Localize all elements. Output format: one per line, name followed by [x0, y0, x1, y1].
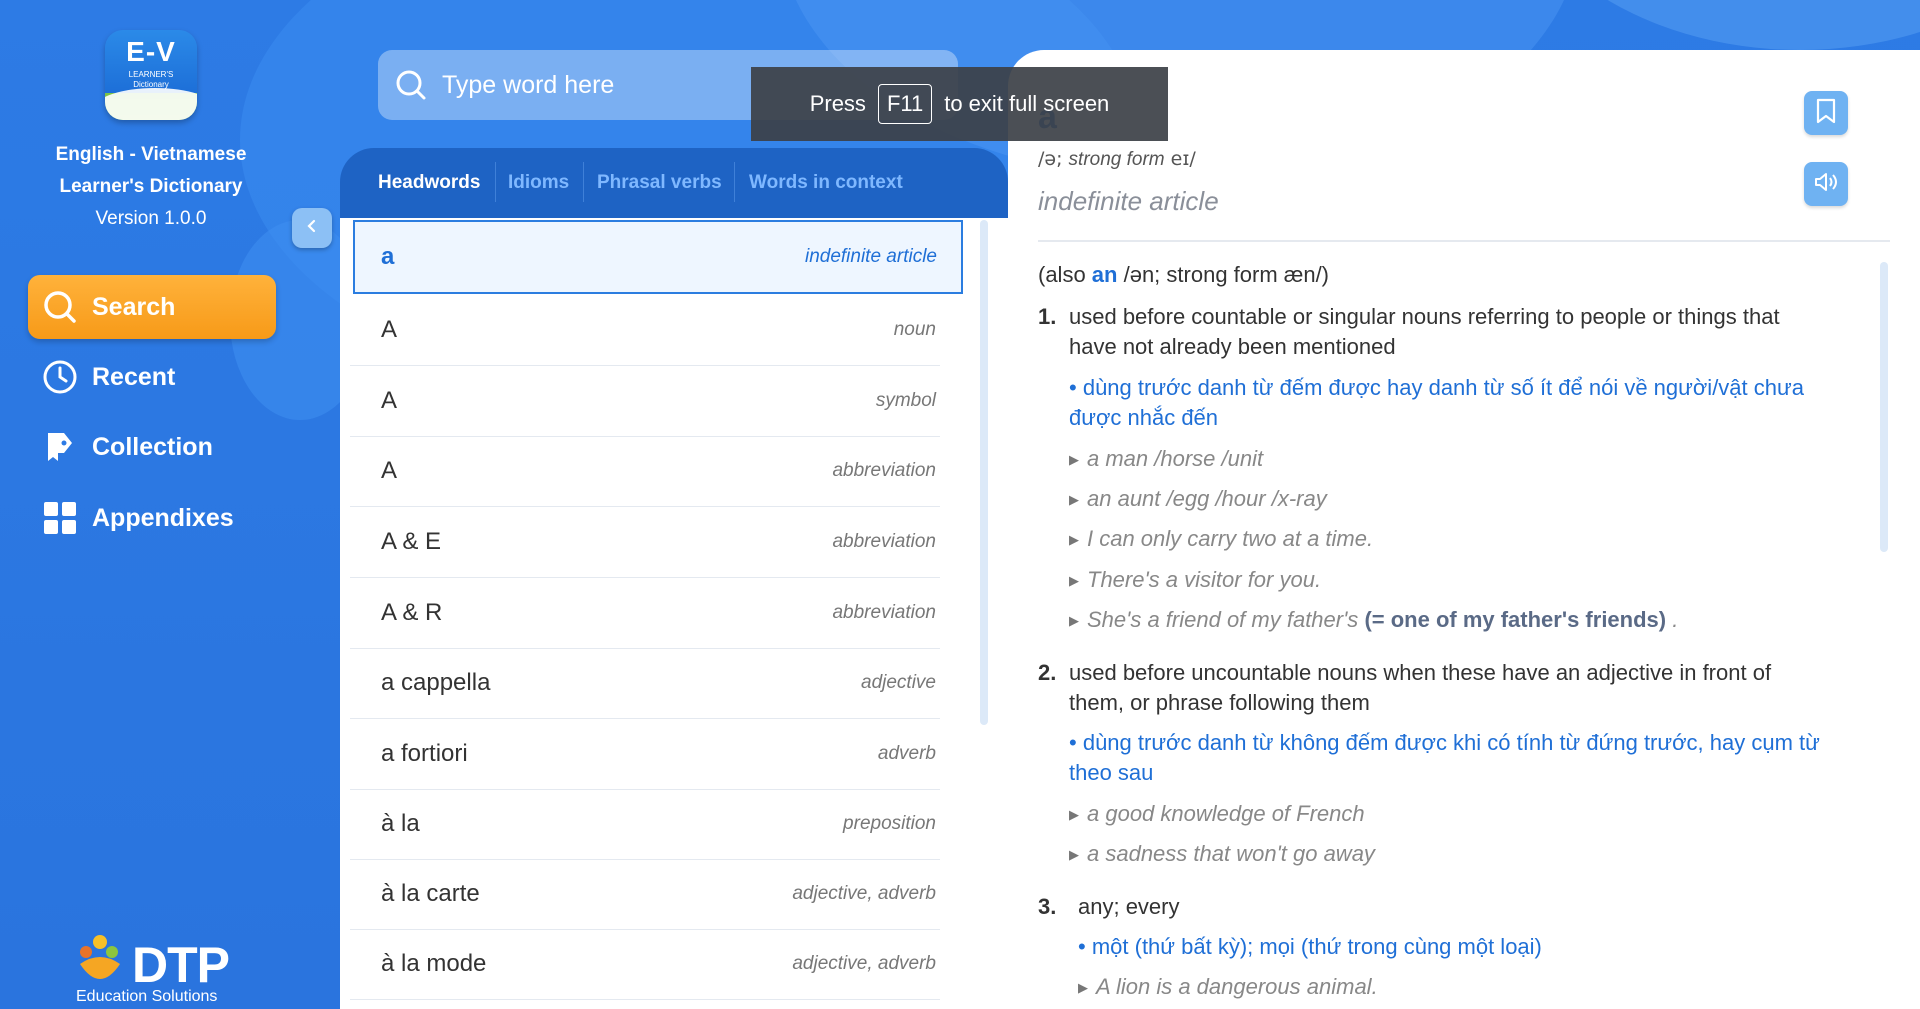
sense-translation: • dùng trước danh từ không đếm được khi …: [1069, 730, 1820, 785]
divider: [1038, 240, 1890, 242]
sidebar: E-V LEARNER'S Dictionary English - Vietna…: [0, 0, 302, 1009]
nav-appendixes-label: Appendixes: [92, 503, 234, 532]
nav-search-label: Search: [92, 292, 176, 321]
list-item-pos: indefinite article: [804, 246, 937, 267]
variant-link[interactable]: an: [1092, 262, 1118, 287]
list-item-pos: noun: [893, 318, 936, 340]
list-item-pos: abbreviation: [832, 530, 936, 552]
fullscreen-toast: Press F11 to exit full screen: [751, 67, 1168, 141]
list-item[interactable]: à la carte adjective, adverb: [350, 858, 940, 930]
tab-words-in-context[interactable]: Words in context: [749, 148, 903, 218]
tab-separator: [734, 162, 735, 202]
app-logo: E-V LEARNER'S Dictionary: [105, 30, 197, 120]
list-item[interactable]: a fortiori adverb: [350, 718, 940, 790]
app-title-line2: Learner's Dictionary: [59, 176, 243, 197]
clock-icon: [42, 359, 78, 395]
list-item-pos: preposition: [843, 812, 936, 834]
word-list-scrollbar[interactable]: [980, 220, 988, 725]
example: ▶ She's a friend of my father's (= one of…: [1069, 607, 1679, 632]
list-item-word: à la: [381, 809, 420, 837]
list-item-word: A: [381, 315, 398, 343]
entry-pronunciation: /ə; strong form eɪ/: [1038, 148, 1196, 170]
search-icon: [394, 68, 428, 102]
list-item-word: A & R: [381, 598, 443, 626]
list-item-pos: abbreviation: [832, 601, 936, 623]
tab-idioms[interactable]: Idioms: [508, 148, 569, 218]
tab-separator: [583, 162, 584, 202]
list-item-word: A: [381, 456, 398, 484]
entry-variant: (also an /ən; strong form æn/): [1038, 262, 1330, 287]
nav-appendixes[interactable]: Appendixes: [28, 486, 276, 550]
sense-definition: used before uncountable nouns when these…: [1069, 660, 1772, 715]
tab-phrasal-verbs[interactable]: Phrasal verbs: [597, 148, 722, 218]
list-item-word: a cappella: [381, 668, 491, 696]
list-item[interactable]: A & E abbreviation: [350, 506, 940, 578]
nav-recent-label: Recent: [92, 362, 176, 391]
collection-icon: [42, 429, 78, 465]
audio-button[interactable]: [1804, 162, 1848, 206]
nav-collection[interactable]: Collection: [28, 415, 276, 479]
sense-translation: • một (thứ bất kỳ); mọi (thứ trong cùng …: [1078, 934, 1542, 959]
list-item-pos: adjective, adverb: [792, 882, 936, 904]
list-item-word: à la carte: [381, 879, 480, 907]
dtp-logo: DTP Education Solutions: [76, 935, 230, 1005]
app-version: Version 1.0.0: [95, 208, 207, 229]
example: ▶ There's a visitor for you.: [1069, 567, 1322, 592]
list-item[interactable]: A abbreviation: [350, 435, 940, 507]
entry-scrollbar[interactable]: [1880, 262, 1888, 552]
example: ▶ a good knowledge of French: [1069, 801, 1365, 826]
list-item-word: à la mode: [381, 949, 487, 977]
list-item[interactable]: A & R abbreviation: [350, 577, 940, 649]
nav-search[interactable]: Search: [28, 275, 276, 339]
example: ▶ A lion is a dangerous animal.: [1078, 974, 1378, 999]
sense-definition: any; every: [1078, 894, 1180, 919]
list-item[interactable]: A symbol: [350, 365, 940, 437]
tab-separator: [495, 162, 496, 202]
tab-headwords[interactable]: Headwords: [378, 148, 480, 218]
speaker-icon: [1813, 170, 1839, 198]
search-icon: [42, 289, 78, 325]
list-item-word: a: [381, 243, 395, 270]
collapse-sidebar-button[interactable]: [292, 208, 332, 248]
grid-icon: [42, 500, 78, 536]
list-item[interactable]: a indefinite article: [353, 220, 963, 294]
list-item-pos: symbol: [875, 389, 936, 411]
sense-number: 3.: [1038, 894, 1057, 919]
list-item[interactable]: a cappella adjective: [350, 647, 940, 719]
example: ▶ a sadness that won't go away: [1069, 841, 1375, 866]
list-item-pos: abbreviation: [832, 459, 936, 481]
list-item-pos: adjective: [861, 671, 936, 693]
list-item-pos: adjective, adverb: [792, 952, 936, 974]
list-item-word: A & E: [381, 527, 442, 555]
bookmark-icon: [1815, 98, 1837, 128]
list-item[interactable]: à la mode adjective, adverb: [350, 928, 940, 1000]
list-item-word: a fortiori: [381, 739, 468, 767]
entry-pos: indefinite article: [1038, 186, 1219, 216]
nav-collection-label: Collection: [92, 432, 213, 461]
list-item[interactable]: à la preposition: [350, 788, 940, 860]
sense-definition: used before countable or singular nouns …: [1069, 304, 1780, 359]
example: ▶ an aunt /egg /hour /x-ray: [1069, 486, 1327, 511]
example: ▶ a man /horse /unit: [1069, 446, 1264, 471]
app-title-line1: English - Vietnamese: [55, 144, 247, 165]
sense-number: 2.: [1038, 660, 1057, 685]
list-item-word: A: [381, 386, 398, 414]
sense-translation: • dùng trước danh từ đếm được hay danh t…: [1069, 375, 1804, 430]
nav-recent[interactable]: Recent: [28, 345, 276, 409]
example: ▶ I can only carry two at a time.: [1069, 526, 1374, 551]
list-item-pos: adverb: [877, 742, 936, 764]
sense-number: 1.: [1038, 304, 1057, 329]
f11-key: F11: [877, 84, 933, 124]
list-item[interactable]: A noun: [350, 294, 940, 366]
chevron-left-icon: [304, 218, 320, 238]
bookmark-button[interactable]: [1804, 91, 1848, 135]
